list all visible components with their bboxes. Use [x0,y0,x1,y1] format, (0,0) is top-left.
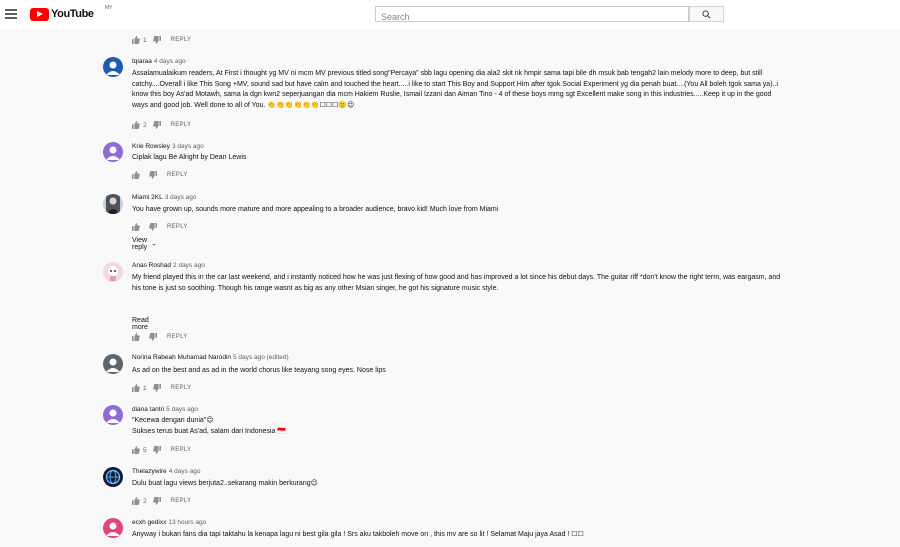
comment-actions: 1 REPLY [132,383,191,393]
comment-actions: 2 REPLY [132,120,191,130]
comment-time[interactable]: 3 days ago [165,194,197,201]
comment-text: My friend played this in the car last we… [132,274,781,292]
like-count: 5 [143,446,147,454]
logo-text: YouTube [51,8,94,20]
comment-author-line: Thelazywire 4 days ago [132,468,201,475]
comment-text: As ad on the best and as ad in the world… [132,367,386,374]
thumbs-down-icon[interactable] [149,171,157,179]
comment-actions: 5 REPLY [132,445,191,455]
search-icon [702,9,711,18]
thumbs-up-icon[interactable] [132,497,140,505]
avatar[interactable] [103,467,123,487]
comment-author[interactable]: ecxh gedixx [132,519,166,526]
comment-author-line: Anas Roshad 2 days ago [132,262,205,269]
reply-button[interactable]: REPLY [171,37,192,43]
chevron-down-icon [152,243,156,245]
reply-button[interactable]: REPLY [171,122,192,128]
comment-time[interactable]: 5 days ago (edited) [233,354,289,361]
like-count: 1 [143,36,147,44]
youtube-play-icon [30,7,49,21]
view-reply-button[interactable]: View reply [132,237,156,251]
thumbs-down-icon[interactable] [149,333,157,341]
comment-author[interactable]: Anas Roshad [132,262,171,269]
comment-author-line: Miami 2KL 3 days ago [132,194,197,201]
comment-author[interactable]: Thelazywire [132,468,167,475]
thumbs-up-icon[interactable] [132,121,140,129]
read-more-button[interactable]: Read more [132,317,149,331]
comment-author[interactable]: Miami 2KL [132,194,163,201]
thumbs-up-icon[interactable] [132,36,140,44]
comment-author-line: tqiaraa 4 days ago [132,58,186,65]
like-count: 2 [143,121,147,129]
reply-button[interactable]: REPLY [171,498,192,504]
thumbs-up-icon[interactable] [132,223,140,231]
comment-text: Assalamualaikum readers, At First i thou… [132,70,778,109]
avatar[interactable] [103,57,123,77]
avatar[interactable] [103,354,123,374]
thumbs-up-icon[interactable] [132,171,140,179]
view-reply-label: View reply [132,237,148,251]
avatar[interactable] [103,262,123,282]
like-count: 1 [143,384,147,392]
comment-actions: 1 REPLY [132,35,191,45]
thumbs-down-icon[interactable] [152,446,161,454]
like-count: 2 [143,497,147,505]
youtube-logo[interactable]: YouTube MY [30,5,113,21]
comment-time[interactable]: 2 days ago [173,262,205,269]
comment-time[interactable]: 4 days ago [169,468,201,475]
comment-author[interactable]: diana tantri [132,406,164,413]
comment-text: "Kecewa dengan dunia"😉 Sukses terus buat… [132,417,287,435]
reply-button[interactable]: REPLY [167,172,188,178]
reply-button[interactable]: REPLY [171,447,192,453]
reply-button[interactable]: REPLY [171,385,192,391]
comment-author-line: Norina Rabeah Muhamad Narodin 5 days ago … [132,354,289,361]
avatar[interactable] [103,518,123,538]
comment-actions: 2 REPLY [132,496,191,506]
country-code: MY [105,5,113,11]
menu-icon[interactable] [5,9,17,19]
comment-time[interactable]: 4 days ago [154,58,186,65]
comment-author-line: Krie Rowsley 3 days ago [132,143,204,150]
search-input[interactable] [376,10,688,24]
comment-time[interactable]: 5 days ago [166,406,198,413]
comment-text: Anyway i bukan fans dia tapi taktahu la … [132,531,584,538]
search-button[interactable] [689,6,724,22]
comment-actions: REPLY [132,332,188,342]
comment-text: Ciplak lagu Be Alright by Dean Lewis [132,154,247,161]
comment-time[interactable]: 3 days ago [172,143,204,150]
comment-text: You have grown up, sounds more mature an… [132,206,499,213]
masthead: YouTube MY [0,0,900,29]
thumbs-down-icon[interactable] [152,121,161,129]
comment-text: Dulu buat lagu views berjuta2..sekarang … [132,480,318,487]
thumbs-down-icon[interactable] [149,223,157,231]
thumbs-down-icon[interactable] [152,384,161,392]
avatar[interactable] [103,405,123,425]
comment-author[interactable]: tqiaraa [132,58,152,65]
comment-actions: REPLY [132,222,188,232]
reply-button[interactable]: REPLY [167,224,188,230]
comment-actions: REPLY [132,170,188,180]
comment-time[interactable]: 13 hours ago [168,519,206,526]
comment-author[interactable]: Krie Rowsley [132,143,170,150]
avatar[interactable] [103,194,123,214]
thumbs-down-icon[interactable] [152,36,161,44]
thumbs-down-icon[interactable] [152,497,161,505]
thumbs-up-icon[interactable] [132,384,140,392]
comment-author[interactable]: Norina Rabeah Muhamad Narodin [132,354,231,361]
avatar[interactable] [103,142,123,162]
search-box[interactable] [375,6,689,24]
comment-author-line: ecxh gedixx 13 hours ago [132,519,206,526]
reply-button[interactable]: REPLY [167,334,188,340]
comment-author-line: diana tantri 5 days ago [132,406,198,413]
thumbs-up-icon[interactable] [132,333,140,341]
thumbs-up-icon[interactable] [132,446,140,454]
